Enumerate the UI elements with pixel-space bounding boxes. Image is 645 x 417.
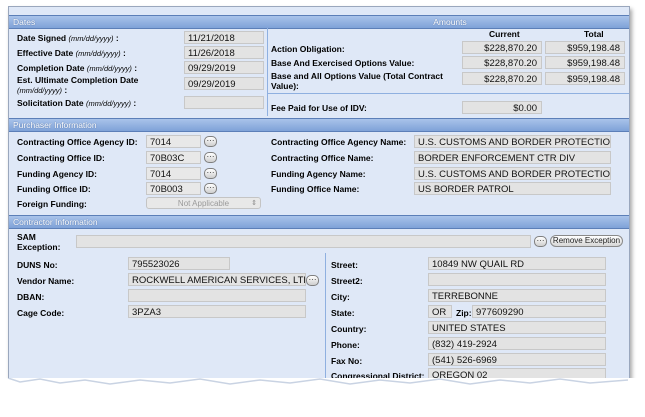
contracting-agency-id-field[interactable]: 7014 xyxy=(146,135,201,148)
state-label: State: xyxy=(331,308,355,318)
solicitation-date-field[interactable] xyxy=(184,96,264,109)
foreign-funding-select[interactable]: Not Applicable ⇕ xyxy=(146,197,261,209)
base-all-options-total[interactable]: $959,198.48 xyxy=(545,72,625,85)
base-exercised-current[interactable]: $228,870.20 xyxy=(462,56,542,69)
sam-exception-lookup-icon[interactable]: ··· xyxy=(534,236,547,247)
torn-edge-shape xyxy=(0,377,645,415)
effective-date-field[interactable]: 11/26/2018 xyxy=(184,46,264,59)
solicitation-date-label: Solicitation Date (mm/dd/yyyy) : xyxy=(17,98,137,108)
remove-exception-button[interactable]: Remove Exception xyxy=(550,235,623,247)
base-exercised-total[interactable]: $959,198.48 xyxy=(545,56,625,69)
fee-paid-label: Fee Paid for Use of IDV: xyxy=(271,103,367,113)
street-label: Street: xyxy=(331,260,358,270)
vendor-lookup-icon[interactable]: ··· xyxy=(306,275,319,286)
date-signed-field[interactable]: 11/21/2018 xyxy=(184,31,264,44)
contracting-office-lookup-icon[interactable]: ··· xyxy=(204,152,217,163)
action-obligation-total[interactable]: $959,198.48 xyxy=(545,41,625,54)
contracting-agency-lookup-icon[interactable]: ··· xyxy=(204,136,217,147)
date-signed-label: Date Signed (mm/dd/yyyy) : xyxy=(17,33,119,43)
base-all-options-current[interactable]: $228,870.20 xyxy=(462,72,542,85)
vendor-name-label: Vendor Name: xyxy=(17,276,75,286)
action-obligation-current[interactable]: $228,870.20 xyxy=(462,41,542,54)
contractor-section-header: Contractor Information xyxy=(9,215,629,229)
action-obligation-label: Action Obligation: xyxy=(271,44,345,54)
street2-field[interactable] xyxy=(428,273,606,286)
funding-agency-name-label: Funding Agency Name: xyxy=(271,169,366,179)
duns-label: DUNS No: xyxy=(17,260,58,270)
amounts-section-title: Amounts xyxy=(433,17,467,27)
funding-office-name-label: Funding Office Name: xyxy=(271,184,360,194)
cage-code-field[interactable]: 3PZA3 xyxy=(128,305,306,318)
fee-paid-field[interactable]: $0.00 xyxy=(462,101,542,114)
phone-label: Phone: xyxy=(331,340,360,350)
contracting-agency-name-field[interactable]: U.S. CUSTOMS AND BORDER PROTECTION xyxy=(414,135,611,148)
city-label: City: xyxy=(331,292,350,302)
country-field[interactable]: UNITED STATES xyxy=(428,321,606,334)
phone-field[interactable]: (832) 419-2924 xyxy=(428,337,606,350)
contracting-agency-id-label: Contracting Office Agency ID: xyxy=(17,137,138,147)
country-label: Country: xyxy=(331,324,367,334)
funding-office-id-field[interactable]: 70B003 xyxy=(146,182,201,195)
street2-label: Street2: xyxy=(331,276,363,286)
contractor-section-title: Contractor Information xyxy=(13,217,98,227)
funding-office-name-field[interactable]: US BORDER PATROL xyxy=(414,182,611,195)
contracting-office-id-label: Contracting Office ID: xyxy=(17,153,105,163)
dates-amounts-divider xyxy=(267,28,268,116)
contract-form: Dates Amounts Date Signed (mm/dd/yyyy) :… xyxy=(8,6,630,380)
dban-field[interactable] xyxy=(128,289,306,302)
base-all-options-label: Base and All Options Value (Total Contra… xyxy=(271,71,443,91)
funding-agency-name-field[interactable]: U.S. CUSTOMS AND BORDER PROTECTION xyxy=(414,167,611,180)
effective-date-label: Effective Date (mm/dd/yyyy) : xyxy=(17,48,126,58)
contracting-office-id-field[interactable]: 70B03C xyxy=(146,151,201,164)
contracting-agency-name-label: Contracting Office Agency Name: xyxy=(271,137,407,147)
funding-agency-lookup-icon[interactable]: ··· xyxy=(204,168,217,179)
purchaser-section-title: Purchaser Information xyxy=(13,120,97,130)
zip-field[interactable]: 977609290 xyxy=(472,305,606,318)
funding-agency-id-field[interactable]: 7014 xyxy=(146,167,201,180)
funding-office-id-label: Funding Office ID: xyxy=(17,184,91,194)
contractor-divider xyxy=(325,253,326,379)
foreign-funding-value: Not Applicable xyxy=(177,199,230,208)
contracting-office-name-label: Contracting Office Name: xyxy=(271,153,374,163)
state-field[interactable]: OR xyxy=(428,305,452,318)
fax-field[interactable]: (541) 526-6969 xyxy=(428,353,606,366)
ultimate-completion-label: Est. Ultimate Completion Date (mm/dd/yyyy… xyxy=(17,75,139,95)
duns-field[interactable]: 795523026 xyxy=(128,257,230,270)
amount-current-header: Current xyxy=(489,29,520,39)
sam-exception-field[interactable] xyxy=(76,235,531,248)
city-field[interactable]: TERREBONNE xyxy=(428,289,606,302)
contracting-office-name-field[interactable]: BORDER ENFORCEMENT CTR DIV xyxy=(414,151,611,164)
zip-label: Zip: xyxy=(456,308,472,318)
vendor-name-field[interactable]: ROCKWELL AMERICAN SERVICES, LTD. xyxy=(128,273,306,286)
ultimate-completion-field[interactable]: 09/29/2019 xyxy=(184,77,264,90)
dates-section-header: Dates xyxy=(9,15,267,29)
amounts-section-header: Amounts xyxy=(267,15,629,29)
base-exercised-label: Base And Exercised Options Value: xyxy=(271,58,415,68)
funding-office-lookup-icon[interactable]: ··· xyxy=(204,183,217,194)
sam-exception-label: SAM Exception: xyxy=(17,232,61,252)
street-field[interactable]: 10849 NW QUAIL RD xyxy=(428,257,606,270)
funding-agency-id-label: Funding Agency ID: xyxy=(17,169,97,179)
updown-arrow-icon: ⇕ xyxy=(251,200,257,207)
dates-section-title: Dates xyxy=(13,17,36,27)
completion-date-label: Completion Date (mm/dd/yyyy) : xyxy=(17,63,138,73)
purchaser-section-header: Purchaser Information xyxy=(9,118,629,132)
fax-label: Fax No: xyxy=(331,356,363,366)
fee-separator xyxy=(267,93,629,94)
cage-code-label: Cage Code: xyxy=(17,308,65,318)
amount-total-header: Total xyxy=(584,29,604,39)
torn-paper-edge xyxy=(0,377,645,415)
dban-label: DBAN: xyxy=(17,292,45,302)
foreign-funding-label: Foreign Funding: xyxy=(17,199,87,209)
completion-date-field[interactable]: 09/29/2019 xyxy=(184,61,264,74)
